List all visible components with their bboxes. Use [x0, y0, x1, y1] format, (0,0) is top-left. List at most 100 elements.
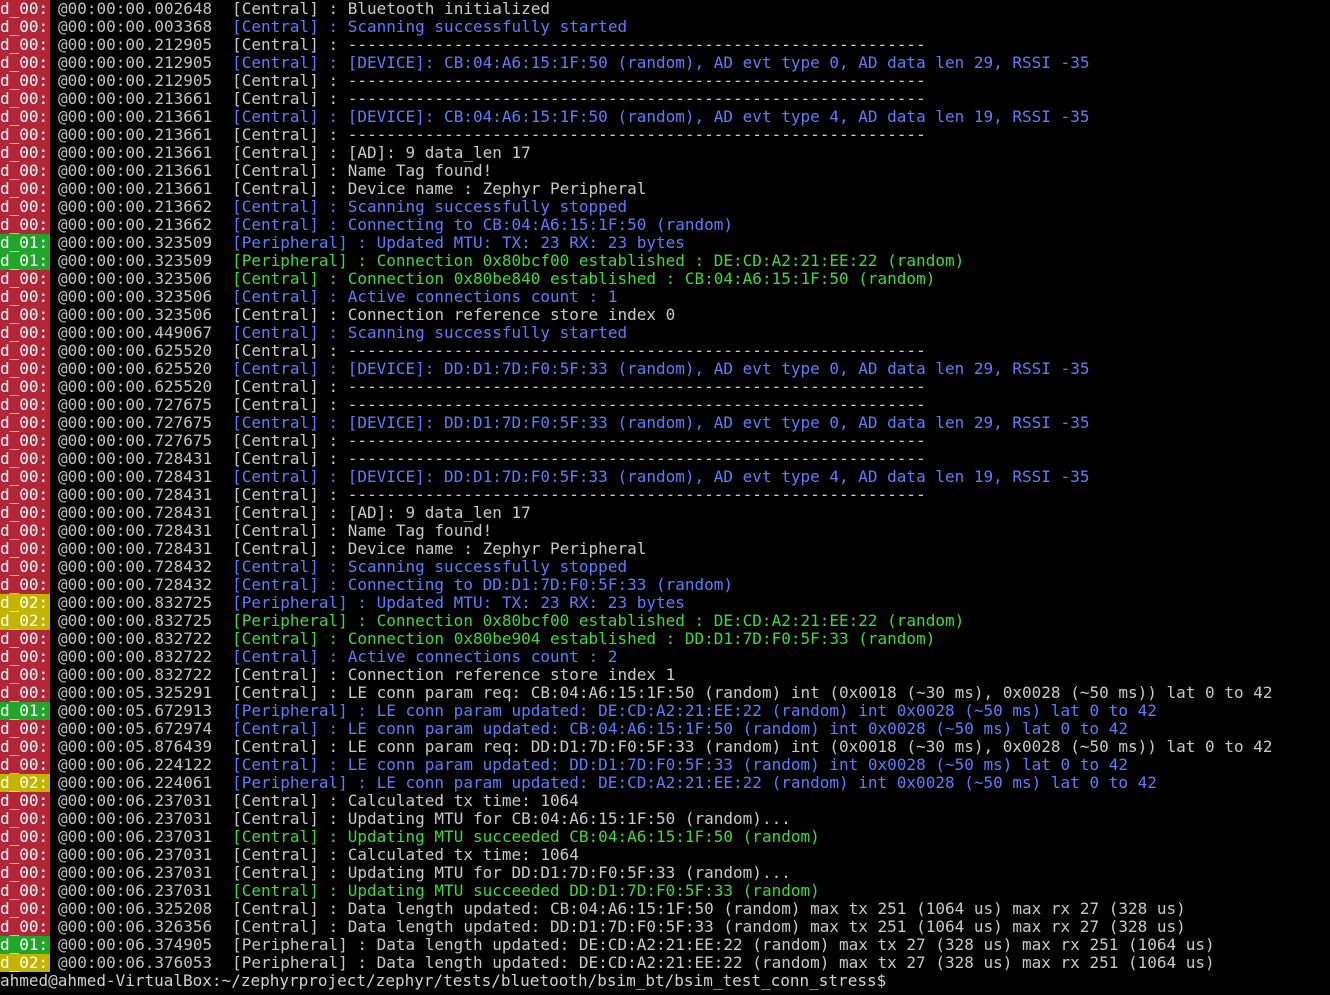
role-label: [Central] [232, 864, 319, 882]
timestamp: @00:00:06.237031 [58, 882, 213, 900]
timestamp: @00:00:06.237031 [58, 792, 213, 810]
device-tag: d_00: [0, 180, 50, 198]
log-message: : Updating MTU for CB:04:A6:15:1F:50 (ra… [318, 810, 791, 828]
timestamp: @00:00:00.728431 [58, 540, 213, 558]
log-line: d_00: @00:00:06.237031 [Central] : Calcula… [0, 846, 1330, 864]
log-line: d_00: @00:00:00.003368 [Central] : Scannin… [0, 18, 1330, 36]
role-label: [Central] [232, 108, 319, 126]
log-line: d_00: @00:00:00.727675 [Central] : [DEVICE… [0, 414, 1330, 432]
device-tag: d_00: [0, 162, 50, 180]
log-line: d_00: @00:00:00.728431 [Central] : [DEVICE… [0, 468, 1330, 486]
timestamp: @00:00:00.213662 [58, 198, 213, 216]
role-label: [Central] [232, 792, 319, 810]
log-message: : Calculated tx time: 1064 [318, 792, 579, 810]
timestamp: @00:00:00.728431 [58, 468, 213, 486]
log-line: d_00: @00:00:00.832722 [Central] : Active … [0, 648, 1330, 666]
log-message: : [DEVICE]: DD:D1:7D:F0:5F:33 (random), … [318, 360, 1090, 378]
log-message: : --------------------------------------… [318, 396, 926, 414]
timestamp: @00:00:00.728431 [58, 504, 213, 522]
timestamp: @00:00:06.237031 [58, 864, 213, 882]
device-tag: d_00: [0, 792, 50, 810]
device-tag: d_00: [0, 756, 50, 774]
device-tag: d_00: [0, 540, 50, 558]
log-line: d_00: @00:00:00.213661 [Central] : Device … [0, 180, 1330, 198]
timestamp: @00:00:00.728432 [58, 576, 213, 594]
log-message: : [DEVICE]: DD:D1:7D:F0:5F:33 (random), … [318, 468, 1090, 486]
log-message: : --------------------------------------… [318, 72, 926, 90]
role-label: [Central] [232, 522, 319, 540]
log-message: : [DEVICE]: DD:D1:7D:F0:5F:33 (random), … [318, 414, 1090, 432]
log-message: : --------------------------------------… [318, 378, 926, 396]
log-message: : Updating MTU succeeded CB:04:A6:15:1F:… [318, 828, 820, 846]
role-label: [Peripheral] [232, 594, 348, 612]
role-label: [Peripheral] [232, 774, 348, 792]
log-line: d_00: @00:00:00.213661 [Central] : [DEVICE… [0, 108, 1330, 126]
device-tag: d_00: [0, 324, 50, 342]
log-message: : Updated MTU: TX: 23 RX: 23 bytes [347, 234, 685, 252]
timestamp: @00:00:06.325208 [58, 900, 213, 918]
log-line: d_00: @00:00:00.213661 [Central] : -------… [0, 126, 1330, 144]
shell-prompt[interactable]: ahmed@ahmed-VirtualBox:~/zephyrproject/z… [0, 972, 1330, 990]
log-message: : [DEVICE]: CB:04:A6:15:1F:50 (random), … [318, 108, 1090, 126]
log-message: : Data length updated: DE:CD:A2:21:EE:22… [347, 954, 1215, 972]
log-line: d_00: @00:00:06.237031 [Central] : Calcula… [0, 792, 1330, 810]
device-tag: d_00: [0, 360, 50, 378]
device-tag: d_00: [0, 738, 50, 756]
device-tag: d_00: [0, 342, 50, 360]
timestamp: @00:00:00.832722 [58, 666, 213, 684]
log-line: d_00: @00:00:00.625520 [Central] : -------… [0, 378, 1330, 396]
role-label: [Central] [232, 558, 319, 576]
log-message: : --------------------------------------… [318, 342, 926, 360]
terminal-window[interactable]: d_00: @00:00:00.002648 [Central] : Bluetoo… [0, 0, 1330, 995]
log-line: d_00: @00:00:06.325208 [Central] : Data le… [0, 900, 1330, 918]
timestamp: @00:00:00.212905 [58, 72, 213, 90]
timestamp: @00:00:00.003368 [58, 18, 213, 36]
log-line: d_01: @00:00:00.323509 [Peripheral] : Conn… [0, 252, 1330, 270]
log-message: : Updating MTU succeeded DD:D1:7D:F0:5F:… [318, 882, 820, 900]
device-tag: d_00: [0, 270, 50, 288]
log-line: d_00: @00:00:06.237031 [Central] : Updatin… [0, 882, 1330, 900]
role-label: [Central] [232, 144, 319, 162]
log-message: : Connecting to DD:D1:7D:F0:5F:33 (rando… [318, 576, 734, 594]
role-label: [Central] [232, 540, 319, 558]
log-line: d_00: @00:00:00.212905 [Central] : -------… [0, 36, 1330, 54]
log-message: : Calculated tx time: 1064 [318, 846, 579, 864]
device-tag: d_00: [0, 468, 50, 486]
timestamp: @00:00:00.728431 [58, 450, 213, 468]
role-label: [Central] [232, 468, 319, 486]
log-line: d_00: @00:00:00.832722 [Central] : Connect… [0, 666, 1330, 684]
role-label: [Central] [232, 306, 319, 324]
log-message: : LE conn param updated: DE:CD:A2:21:EE:… [347, 702, 1157, 720]
timestamp: @00:00:00.727675 [58, 432, 213, 450]
device-tag: d_00: [0, 504, 50, 522]
log-message: : [DEVICE]: CB:04:A6:15:1F:50 (random), … [318, 54, 1090, 72]
timestamp: @00:00:05.876439 [58, 738, 213, 756]
device-tag: d_01: [0, 234, 50, 252]
role-label: [Central] [232, 630, 319, 648]
log-line: d_01: @00:00:05.672913 [Peripheral] : LE c… [0, 702, 1330, 720]
role-label: [Central] [232, 720, 319, 738]
role-label: [Central] [232, 810, 319, 828]
log-message: : --------------------------------------… [318, 90, 926, 108]
log-line: d_00: @00:00:05.672974 [Central] : LE conn… [0, 720, 1330, 738]
log-message: : Connection 0x80be840 established : CB:… [318, 270, 936, 288]
device-tag: d_02: [0, 954, 50, 972]
role-label: [Peripheral] [232, 234, 348, 252]
log-message: : --------------------------------------… [318, 126, 926, 144]
role-label: [Central] [232, 324, 319, 342]
log-message: : Scanning successfully stopped [318, 198, 628, 216]
device-tag: d_00: [0, 18, 50, 36]
log-message: : Bluetooth initialized [318, 0, 551, 18]
timestamp: @00:00:06.237031 [58, 846, 213, 864]
timestamp: @00:00:00.323509 [58, 234, 213, 252]
log-line: d_00: @00:00:00.449067 [Central] : Scannin… [0, 324, 1330, 342]
log-line: d_00: @00:00:00.832722 [Central] : Connect… [0, 630, 1330, 648]
timestamp: @00:00:06.224122 [58, 756, 213, 774]
role-label: [Central] [232, 180, 319, 198]
log-line: d_00: @00:00:00.002648 [Central] : Bluetoo… [0, 0, 1330, 18]
device-tag: d_00: [0, 450, 50, 468]
device-tag: d_00: [0, 306, 50, 324]
log-message: : Data length updated: DE:CD:A2:21:EE:22… [347, 936, 1215, 954]
device-tag: d_00: [0, 576, 50, 594]
log-line: d_00: @00:00:00.213662 [Central] : Connect… [0, 216, 1330, 234]
